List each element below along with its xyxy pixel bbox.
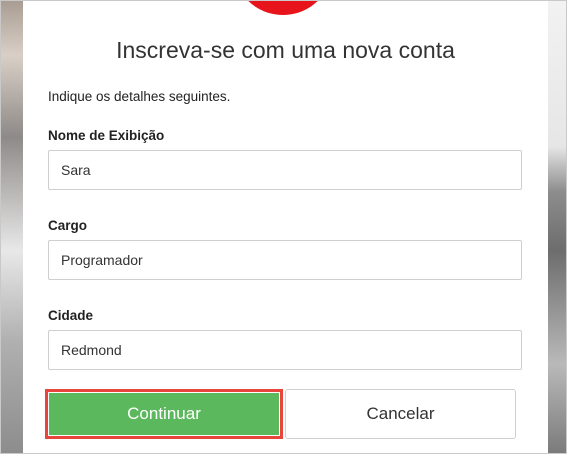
job-title-input[interactable] (48, 240, 522, 280)
display-name-label: Nome de Exibição (48, 128, 165, 143)
signup-card: Inscreva-se com uma nova conta Indique o… (23, 1, 548, 453)
instructions-text: Indique os detalhes seguintes. (48, 89, 231, 104)
brand-logo (233, 1, 333, 15)
continue-button[interactable]: Continuar (45, 389, 283, 439)
background-photo-right (546, 1, 566, 453)
job-title-label: Cargo (48, 218, 88, 233)
display-name-input[interactable] (48, 150, 522, 190)
city-input[interactable] (48, 330, 522, 370)
background-photo-left (1, 1, 23, 453)
city-label: Cidade (48, 308, 94, 323)
page-title: Inscreva-se com uma nova conta (116, 37, 455, 63)
signup-window: Inscreva-se com uma nova conta Indique o… (0, 0, 567, 454)
cancel-button[interactable]: Cancelar (285, 389, 516, 439)
